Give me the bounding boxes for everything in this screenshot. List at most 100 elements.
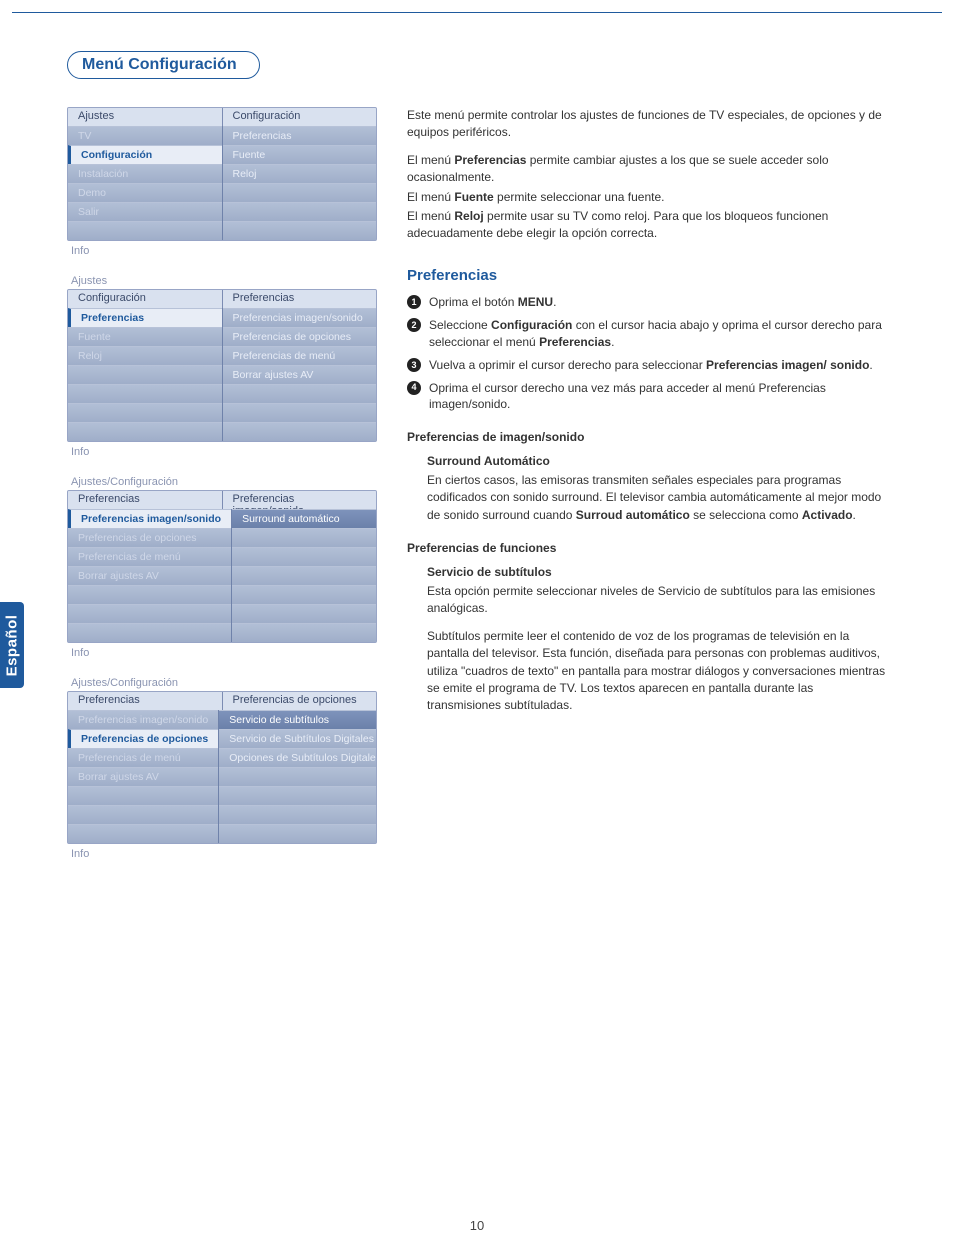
menu3-breadcrumb: Ajustes/Configuración: [67, 476, 377, 488]
menu1-head-left: Ajustes: [68, 108, 222, 126]
menu-item-selected: Configuración: [68, 145, 222, 164]
step-number-icon: 1: [407, 295, 421, 309]
menu-item: [232, 566, 376, 585]
menu4-head-right: Preferencias de opciones: [222, 692, 377, 710]
menu-item: [68, 403, 222, 422]
steps-list: 1 Oprima el botón MENU. 2 Seleccione Con…: [407, 294, 887, 413]
subtitulos-heading: Servicio de subtítulos: [427, 564, 887, 581]
menu-screenshot-4: Preferencias Preferencias de opciones Pr…: [67, 691, 377, 844]
menu-item: [223, 202, 377, 221]
surround-paragraph: En ciertos casos, las emisoras transmite…: [427, 472, 887, 524]
menu-item: Reloj: [223, 164, 377, 183]
step-1: 1 Oprima el botón MENU.: [407, 294, 887, 311]
menu-item-highlighted: Servicio de subtítulos: [219, 710, 377, 729]
menu2-head-right: Preferencias: [222, 290, 377, 308]
menu-item: [232, 623, 376, 642]
menu1-right-pane: Preferencias Fuente Reloj: [222, 126, 377, 240]
page-content: Menú Configuración Ajustes Configuración…: [12, 12, 942, 908]
menu-item: [68, 585, 231, 604]
menu-item: Reloj: [68, 346, 222, 365]
surround-heading: Surround Automático: [427, 453, 887, 470]
menu-item: Instalación: [68, 164, 222, 183]
menu-item: TV: [68, 126, 222, 145]
menu-item: [68, 221, 222, 240]
menu-item: Borrar ajustes AV: [68, 767, 218, 786]
menu-item: [68, 786, 218, 805]
menu1-caption: Info: [71, 245, 377, 257]
menu-item: [68, 623, 231, 642]
menu-item: [219, 824, 377, 843]
preferencias-menu-desc: El menú Preferencias permite cambiar aju…: [407, 152, 887, 187]
menu-item: [223, 221, 377, 240]
menu1-left-pane: TV Configuración Instalación Demo Salir: [68, 126, 222, 240]
menu-item: [68, 365, 222, 384]
menu-item: Preferencias de menú: [68, 547, 231, 566]
menu3-caption: Info: [71, 647, 377, 659]
step-2: 2 Seleccione Configuración con el cursor…: [407, 317, 887, 351]
menu-screenshot-2: Configuración Preferencias Preferencias …: [67, 289, 377, 442]
menu4-head-left: Preferencias: [68, 692, 222, 710]
menu3-head-right: Preferencias imagen/sonido: [222, 491, 377, 509]
menu-item: Borrar ajustes AV: [68, 566, 231, 585]
menu-item: Preferencias: [223, 126, 377, 145]
menu-item-selected: Preferencias de opciones: [68, 729, 218, 748]
section-title: Menú Configuración: [82, 56, 237, 74]
menu4-breadcrumb: Ajustes/Configuración: [67, 677, 377, 689]
menu-item-highlighted: Surround automático: [232, 509, 376, 528]
menu-item: Preferencias de menú: [68, 748, 218, 767]
menu4-caption: Info: [71, 848, 377, 860]
menu-item: Preferencias imagen/sonido: [223, 308, 377, 327]
section-title-pill: Menú Configuración: [67, 51, 260, 79]
menu-item: Demo: [68, 183, 222, 202]
menu-item: [68, 824, 218, 843]
language-side-tab-label: Español: [4, 614, 21, 676]
menu-item: Preferencias de opciones: [68, 528, 231, 547]
reloj-menu-desc: El menú Reloj permite usar su TV como re…: [407, 208, 887, 243]
menu-item: [219, 786, 377, 805]
menu-item: Fuente: [68, 327, 222, 346]
funciones-heading: Preferencias de funciones: [407, 540, 887, 557]
menu2-breadcrumb: Ajustes: [67, 275, 377, 287]
fuente-menu-desc: El menú Fuente permite seleccionar una f…: [407, 189, 887, 206]
menu-item: [223, 422, 377, 441]
menu-item: Preferencias de opciones: [223, 327, 377, 346]
menu-item: Salir: [68, 202, 222, 221]
menu-item: [219, 767, 377, 786]
page-number: 10: [0, 1218, 954, 1233]
menu3-head-left: Preferencias: [68, 491, 222, 509]
step-3: 3 Vuelva a oprimir el cursor derecho par…: [407, 357, 887, 374]
left-column-screenshots: Ajustes Configuración TV Configuración I…: [67, 107, 377, 878]
menu-item: [68, 805, 218, 824]
menu-item-selected: Preferencias: [68, 308, 222, 327]
menu-item: [68, 422, 222, 441]
step-number-icon: 2: [407, 318, 421, 332]
preferencias-heading: Preferencias: [407, 265, 887, 287]
menu-item: [223, 384, 377, 403]
menu-item: [232, 604, 376, 623]
menu-item: Servicio de Subtítulos Digitales: [219, 729, 377, 748]
menu2-caption: Info: [71, 446, 377, 458]
intro-paragraph: Este menú permite controlar los ajustes …: [407, 107, 887, 142]
menu-item: Fuente: [223, 145, 377, 164]
menu-item: Preferencias imagen/sonido: [68, 710, 218, 729]
subtitulos-paragraph-2: Subtítulos permite leer el contenido de …: [427, 628, 887, 715]
menu1-head-right: Configuración: [222, 108, 377, 126]
step-number-icon: 4: [407, 381, 421, 395]
menu-item: [232, 528, 376, 547]
menu-item: [232, 547, 376, 566]
menu2-head-left: Configuración: [68, 290, 222, 308]
menu-screenshot-3: Preferencias Preferencias imagen/sonido …: [67, 490, 377, 643]
menu-item: [223, 403, 377, 422]
menu-item-selected: Preferencias imagen/sonido: [68, 509, 231, 528]
right-column-text: Este menú permite controlar los ajustes …: [407, 107, 887, 878]
language-side-tab: Español: [0, 602, 24, 688]
menu-item: [68, 384, 222, 403]
menu-item: [232, 585, 376, 604]
menu-item: [68, 604, 231, 623]
imagen-sonido-heading: Preferencias de imagen/sonido: [407, 429, 887, 446]
menu-item: [223, 183, 377, 202]
menu-item: Preferencias de menú: [223, 346, 377, 365]
step-4: 4 Oprima el cursor derecho una vez más p…: [407, 380, 887, 414]
menu-item: Opciones de Subtítulos Digitales: [219, 748, 377, 767]
menu-item: Borrar ajustes AV: [223, 365, 377, 384]
